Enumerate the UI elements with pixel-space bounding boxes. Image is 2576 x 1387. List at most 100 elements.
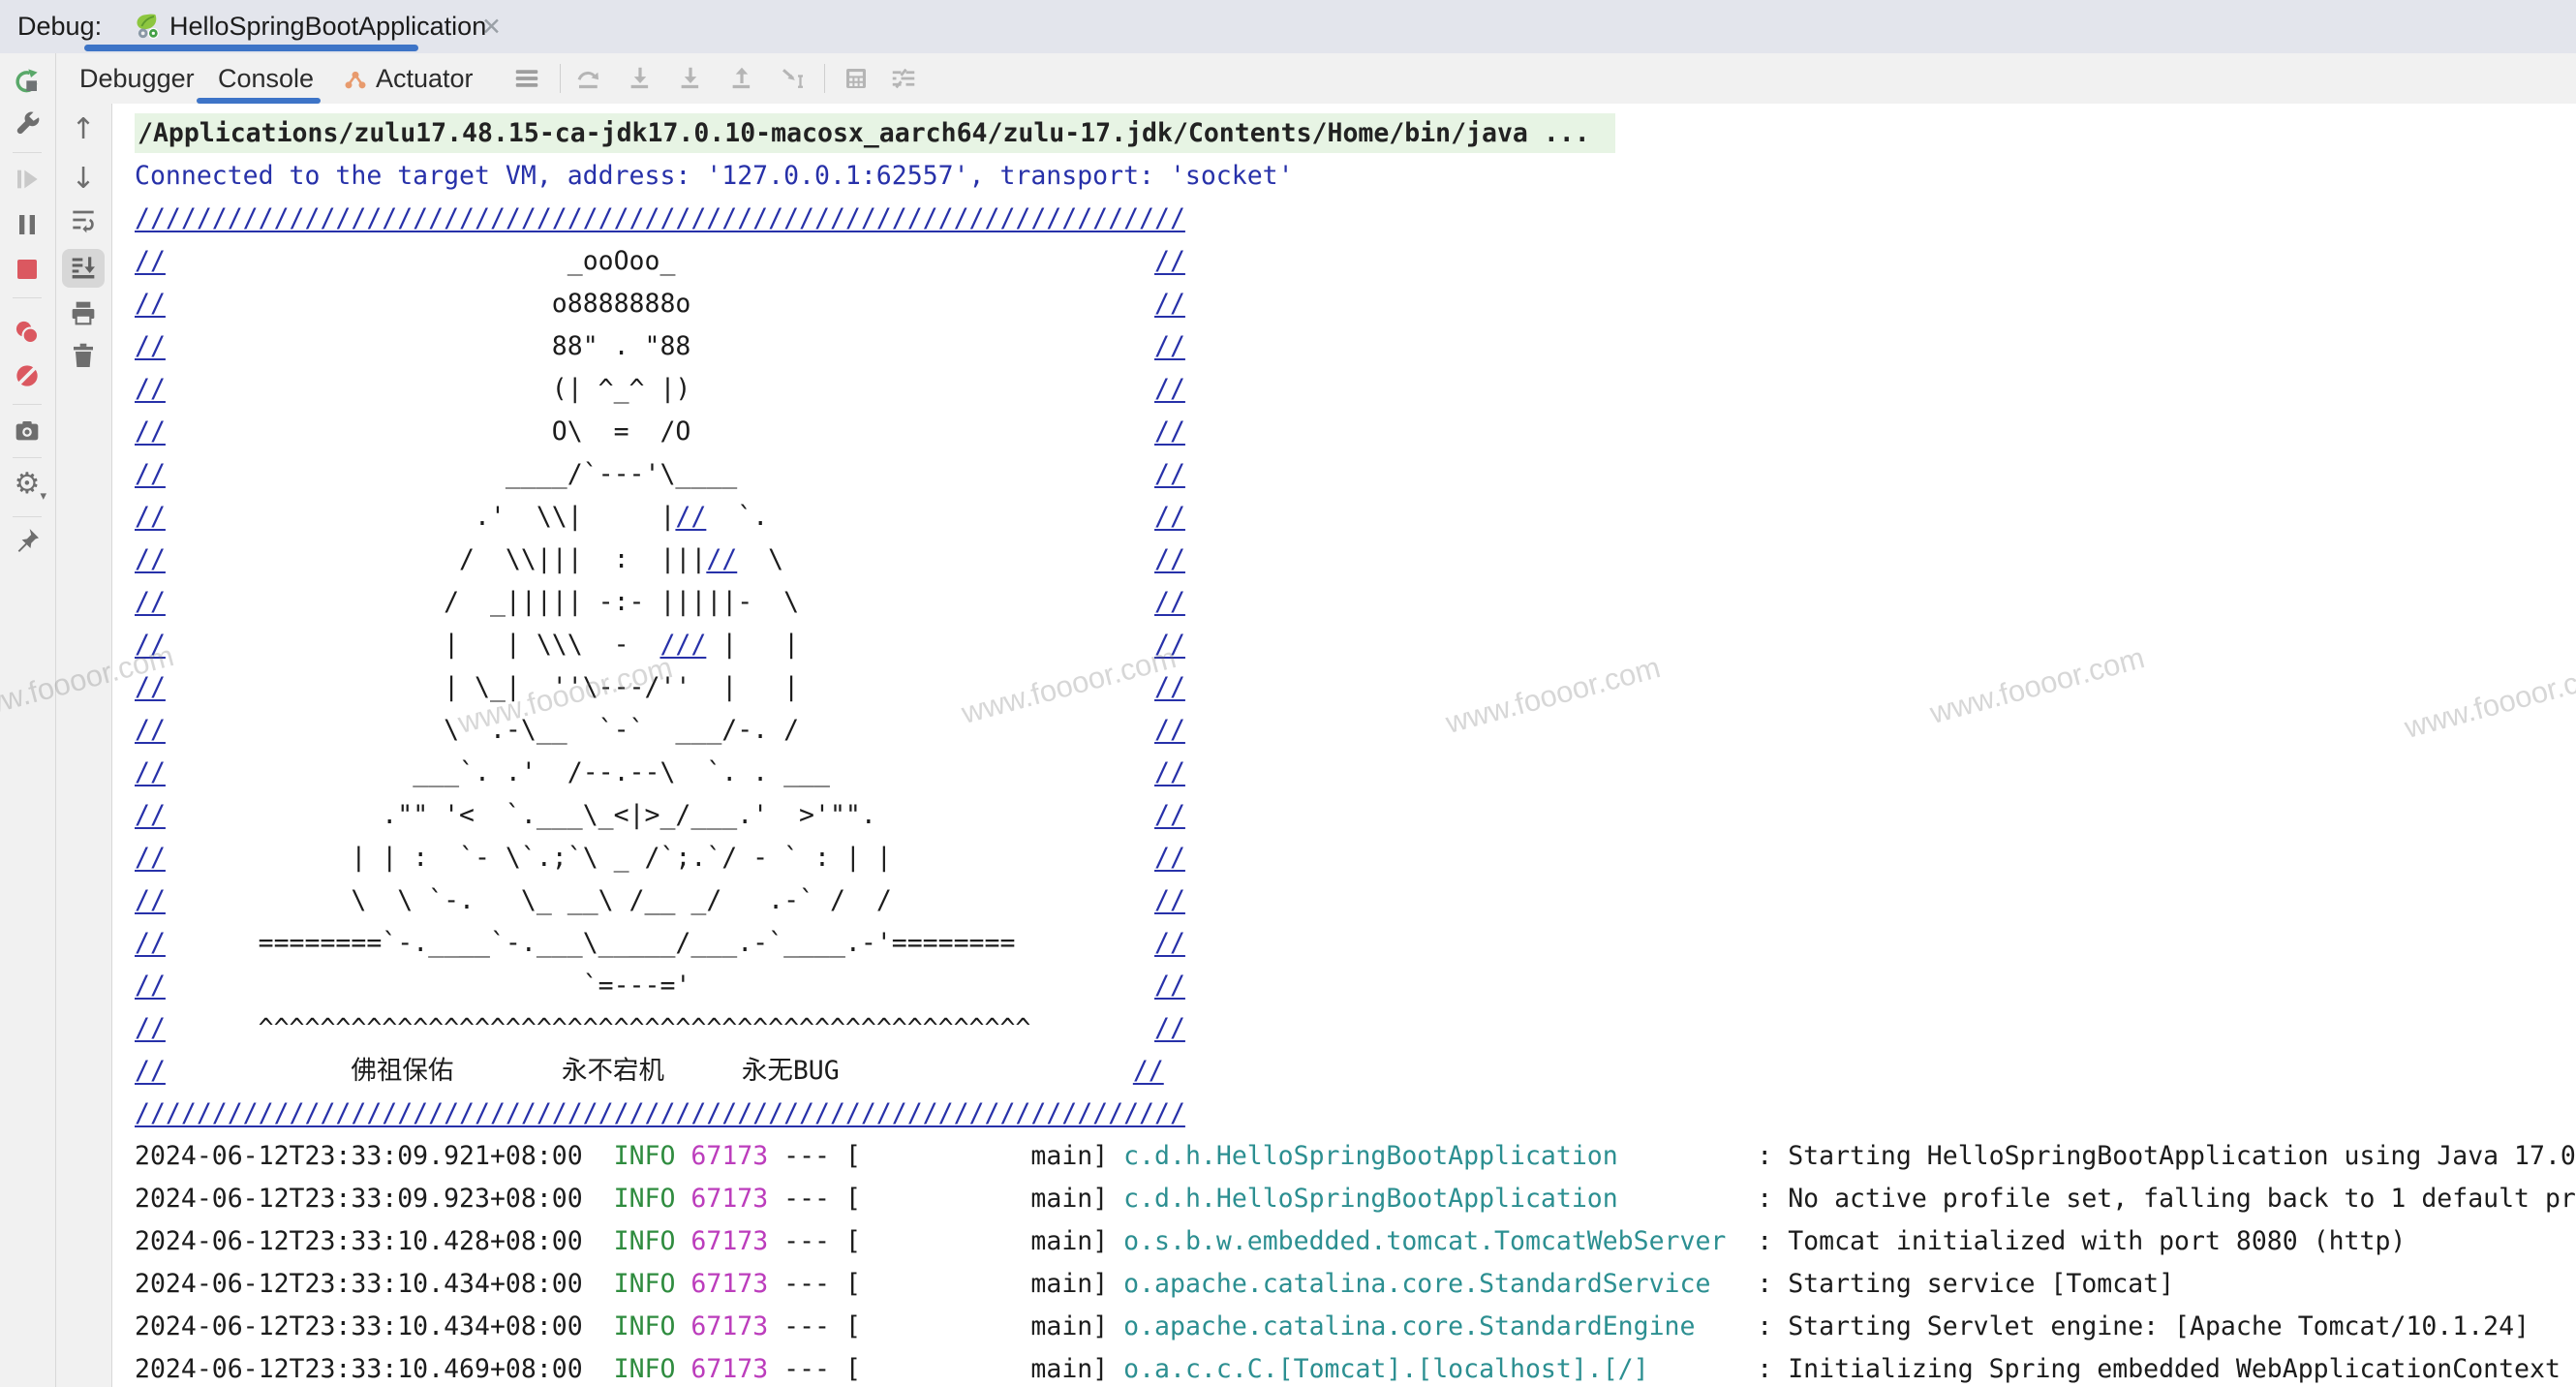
slash-link[interactable]: // [135, 502, 166, 532]
step-over-icon[interactable] [574, 64, 603, 93]
run-to-cursor-icon[interactable] [779, 64, 808, 93]
view-breakpoints-icon[interactable] [12, 317, 43, 348]
slash-link[interactable]: // [135, 757, 166, 787]
slash-link[interactable]: // [1154, 885, 1185, 915]
slash-link[interactable]: // [1154, 374, 1185, 404]
slash-link[interactable]: // [1154, 757, 1185, 787]
log-pid: 67173 [690, 1311, 768, 1341]
slash-link[interactable]: // [135, 630, 166, 660]
slash-link[interactable]: // [135, 331, 166, 361]
slash-link[interactable]: // [1154, 630, 1185, 660]
slash-link[interactable]: // [1154, 971, 1185, 1001]
slash-link[interactable]: // [1154, 416, 1185, 447]
rerun-icon[interactable] [12, 66, 43, 97]
console-output[interactable]: /Applications/zulu17.48.15-ca-jdk17.0.10… [112, 104, 2576, 1387]
divider [13, 516, 42, 517]
slash-link[interactable]: // [135, 544, 166, 574]
slash-link[interactable]: // [1154, 800, 1185, 830]
stop-icon[interactable] [12, 254, 43, 285]
slash-link[interactable]: // [135, 800, 166, 830]
slash-link[interactable]: // [1154, 331, 1185, 361]
console-side-toolbar: ↑ ↓ [56, 104, 112, 1387]
close-icon[interactable]: ✕ [481, 13, 502, 42]
slash-link[interactable]: // [1154, 459, 1185, 489]
logger-link[interactable]: o.apache.catalina.core.StandardService [1123, 1269, 1741, 1299]
force-step-into-icon[interactable] [676, 64, 705, 93]
slash-link[interactable]: // [135, 843, 166, 873]
toolbar-divider [824, 64, 825, 93]
ascii-art-line: // .' \\| |// `. // [135, 496, 2576, 539]
step-into-icon[interactable] [626, 64, 655, 93]
down-arrow-icon[interactable]: ↓ [68, 164, 99, 195]
slash-link[interactable]: // [135, 672, 166, 702]
slash-link[interactable]: // [135, 374, 166, 404]
slash-link[interactable]: // [1154, 587, 1185, 617]
pin-icon[interactable] [12, 525, 43, 556]
slash-link[interactable]: // [1154, 289, 1185, 319]
gear-glyph: ⚙ [12, 469, 43, 500]
slash-link[interactable]: // [675, 502, 706, 532]
console-connected-line: Connected to the target VM, address: '12… [135, 155, 2576, 198]
soft-wrap-icon[interactable] [68, 204, 99, 235]
log-line: 2024-06-12T23:33:09.921+08:00 INFO 67173… [135, 1135, 2576, 1178]
evaluate-expression-icon[interactable] [842, 64, 871, 93]
layout-options-menu-icon[interactable] [512, 64, 541, 93]
logger-link[interactable]: c.d.h.HelloSpringBootApplication [1123, 1184, 1741, 1214]
slash-link[interactable]: // [135, 459, 166, 489]
slash-link[interactable]: // [1154, 715, 1185, 745]
slash-link[interactable]: // [135, 885, 166, 915]
slash-link[interactable]: // [1154, 544, 1185, 574]
log-message: Starting Servlet engine: [Apache Tomcat/… [1788, 1311, 2530, 1341]
more-options-sliders-icon[interactable] [889, 64, 918, 93]
resume-icon[interactable] [12, 164, 43, 195]
slash-link[interactable]: ////////////////////////////////////////… [135, 203, 1185, 233]
log-line: 2024-06-12T23:33:10.434+08:00 INFO 67173… [135, 1263, 2576, 1306]
logger-link[interactable]: o.s.b.w.embedded.tomcat.TomcatWebServer [1123, 1226, 1741, 1256]
slash-link[interactable]: // [1154, 843, 1185, 873]
logger-link[interactable]: o.a.c.c.C.[Tomcat].[localhost].[/] [1123, 1354, 1741, 1384]
slash-link[interactable]: // [135, 416, 166, 447]
mute-breakpoints-icon[interactable] [12, 360, 43, 391]
slash-link[interactable]: // [1154, 502, 1185, 532]
log-level: INFO [614, 1141, 676, 1171]
logger-link[interactable]: c.d.h.HelloSpringBootApplication [1123, 1141, 1741, 1171]
slash-link[interactable]: ////////////////////////////////////////… [135, 1098, 1185, 1128]
log-level: INFO [614, 1226, 676, 1256]
slash-link[interactable]: // [135, 1056, 166, 1086]
clear-all-trash-icon[interactable] [68, 340, 99, 371]
log-line: 2024-06-12T23:33:10.469+08:00 INFO 67173… [135, 1348, 2576, 1387]
tab-console[interactable]: Console [218, 53, 314, 104]
logger-link[interactable]: o.apache.catalina.core.StandardEngine [1123, 1311, 1741, 1341]
slash-link[interactable]: // [135, 289, 166, 319]
log-level: INFO [614, 1269, 676, 1299]
slash-link[interactable]: // [135, 928, 166, 958]
slash-link[interactable]: /// [659, 630, 706, 660]
slash-link[interactable]: // [135, 1013, 166, 1043]
debug-side-toolbar: ⚙ ▾ [0, 53, 56, 1387]
slash-link[interactable]: // [135, 246, 166, 276]
divider [13, 404, 42, 405]
scroll-to-end-icon[interactable] [68, 252, 99, 283]
thread-dump-camera-icon[interactable] [12, 416, 43, 447]
tab-actuator[interactable]: Actuator [376, 53, 474, 104]
settings-gear-icon[interactable]: ⚙ ▾ [12, 469, 43, 500]
ascii-art-line: // ."" '< `.___\_<|>_/___.' >'"". // [135, 794, 2576, 837]
slash-link[interactable]: // [706, 544, 737, 574]
slash-link[interactable]: // [1154, 246, 1185, 276]
print-icon[interactable] [68, 297, 99, 328]
spring-boot-icon [131, 11, 162, 42]
step-out-icon[interactable] [727, 64, 756, 93]
slash-link[interactable]: // [135, 587, 166, 617]
slash-link[interactable]: // [1133, 1056, 1164, 1086]
wrench-icon[interactable] [12, 109, 43, 140]
slash-link[interactable]: // [1154, 1013, 1185, 1043]
slash-link[interactable]: // [1154, 928, 1185, 958]
java-command[interactable]: /Applications/zulu17.48.15-ca-jdk17.0.10… [135, 113, 1615, 153]
slash-link[interactable]: // [1154, 672, 1185, 702]
ascii-art-line: // O\ = /O // [135, 411, 2576, 453]
slash-link[interactable]: // [135, 715, 166, 745]
up-arrow-icon[interactable]: ↑ [68, 114, 99, 145]
slash-link[interactable]: // [135, 971, 166, 1001]
tab-debugger[interactable]: Debugger [79, 53, 195, 104]
pause-icon[interactable] [12, 209, 43, 240]
